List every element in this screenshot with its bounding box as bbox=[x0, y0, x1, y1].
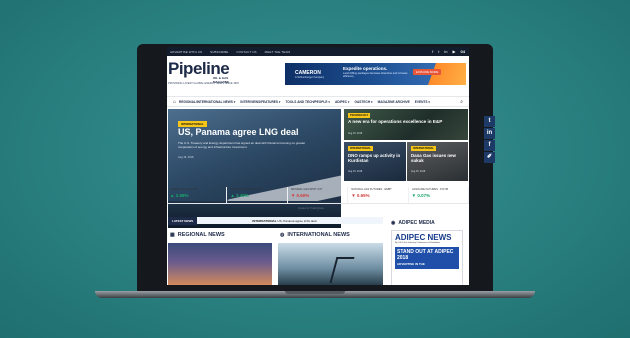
ad-headline: Expedite operations. Land drilling packag… bbox=[343, 66, 408, 78]
tile-date: Aug 15, 2018 bbox=[348, 170, 363, 173]
ticker-item[interactable]: NATURAL GAS SPOT 3.07 ▼ 0.60% bbox=[288, 187, 349, 203]
hero-article[interactable]: INTERNATIONAL US, Panama agree LNG deal … bbox=[168, 109, 341, 228]
grid-icon: ▦ bbox=[170, 232, 175, 238]
tile-badge[interactable]: TECHNOLOGY bbox=[348, 113, 371, 118]
quotes-credit[interactable]: Quotes by TradingView bbox=[298, 207, 324, 210]
tile-badge[interactable]: INTERNATIONAL bbox=[411, 146, 436, 151]
ticker-item[interactable]: NATURAL GAS FUTURES · EMBT ▼ 0.65% bbox=[348, 187, 409, 203]
top-bar: ADVERTISE WITH US SUBSCRIBE CONTACT US M… bbox=[167, 47, 469, 56]
nav-regional[interactable]: REGIONAL/INTERNATIONAL NEWS ▾ bbox=[179, 100, 235, 104]
nav-events[interactable]: EVENTS ▾ bbox=[415, 100, 430, 104]
adipec-heading: ADIPEC MEDIA bbox=[398, 220, 435, 226]
site-logo[interactable]: Pipeline OIL & GAS MAGAZINE PROVIDING LA… bbox=[168, 59, 239, 85]
contact-link[interactable]: CONTACT US bbox=[236, 50, 256, 54]
nav-tools[interactable]: TOOLS AND TECH/PEOPLE ▾ bbox=[286, 100, 330, 104]
latest-headline[interactable]: INTERNATIONAL US, Panama agree LNG deal bbox=[252, 219, 316, 223]
ad-explore-button[interactable]: EXPLORE MORE bbox=[413, 69, 442, 75]
international-news-image[interactable] bbox=[278, 243, 383, 285]
laptop-notch bbox=[285, 291, 345, 294]
twitter-icon[interactable]: t bbox=[438, 49, 439, 54]
banner-ad[interactable]: CAMERON A Schlumberger Company Expedite o… bbox=[285, 63, 466, 85]
adipec-standout: STAND OUT AT ADIPEC 2018 ADVERTISE IN THE bbox=[395, 247, 459, 269]
linkedin-share-icon[interactable]: in bbox=[484, 128, 495, 139]
nav-adipec[interactable]: ADIPEC ▾ bbox=[335, 100, 350, 104]
hero-date: Aug 15, 2018 bbox=[178, 156, 194, 159]
market-ticker: CRUDE OIL WTI 67.08 ▲ 2.68% CRUDE OIL BR… bbox=[167, 187, 469, 204]
advertise-link[interactable]: ADVERTISE WITH US bbox=[170, 50, 202, 54]
nav-interviews[interactable]: INTERVIEWS/FEATURES ▾ bbox=[240, 100, 280, 104]
adipec-media-panel: ◉ ADIPEC MEDIA ADIPEC NEWS By Oil & Gas I… bbox=[391, 220, 467, 285]
main-nav: ⌂ REGIONAL/INTERNATIONAL NEWS ▾ INTERVIE… bbox=[167, 96, 469, 107]
facebook-share-icon[interactable]: f bbox=[484, 140, 495, 151]
regional-news-image[interactable] bbox=[168, 243, 272, 285]
ticker-item[interactable]: CRUDE OIL BRENT 73.99 ▲ 2.49% bbox=[227, 187, 288, 203]
adipec-icon: ◉ bbox=[391, 220, 396, 226]
hero-excerpt: The U.S. Treasury and Energy department … bbox=[178, 141, 306, 149]
print-share-icon[interactable]: ✐ bbox=[484, 152, 495, 163]
tile-title[interactable]: A new era for operations excellence in E… bbox=[348, 119, 463, 124]
latest-news-label: LATEST NEWS bbox=[168, 216, 198, 225]
search-icon[interactable]: ⌕ bbox=[460, 99, 463, 105]
facebook-icon[interactable]: f bbox=[432, 49, 433, 54]
browser-screen: ADVERTISE WITH US SUBSCRIBE CONTACT US M… bbox=[167, 47, 469, 285]
tile-date: Aug 15, 2018 bbox=[348, 132, 363, 135]
logo-tagline: PROVIDING LATEST GLOBAL ENERGY NEWS SINC… bbox=[168, 82, 240, 85]
ticker-item[interactable]: CRUDE OIL WTI 67.08 ▲ 2.68% bbox=[167, 187, 228, 203]
tile-title[interactable]: Dana Gas issues new sukuk bbox=[411, 153, 466, 163]
tile-date: Aug 15, 2018 bbox=[411, 170, 426, 173]
logo-name: Pipeline bbox=[168, 59, 230, 78]
team-link[interactable]: MEET THE TEAM bbox=[265, 50, 290, 54]
youtube-icon[interactable]: ▶ bbox=[452, 49, 455, 54]
nav-archive[interactable]: MAGAZINE ARCHIVE bbox=[378, 100, 410, 104]
linkedin-icon[interactable]: in bbox=[444, 49, 447, 54]
adipec-paper-title: ADIPEC NEWS bbox=[395, 233, 452, 242]
latest-news-bar: LATEST NEWS INTERNATIONAL US, Panama agr… bbox=[168, 216, 383, 225]
pumpjack-shape bbox=[329, 257, 355, 283]
featured-tile-1[interactable]: TECHNOLOGY A new era for operations exce… bbox=[344, 109, 468, 140]
regional-news-heading[interactable]: ▦ REGIONAL NEWS bbox=[170, 232, 225, 238]
ticker-item[interactable]: GASOLINE FUTURES · 8 NYM ▼ 0.07% bbox=[409, 187, 469, 203]
featured-tile-3[interactable]: INTERNATIONAL Dana Gas issues new sukuk … bbox=[407, 142, 468, 181]
twitter-share-icon[interactable]: t bbox=[484, 116, 495, 127]
adipec-paper-sub: By Oil & Gas Industry Conference & Exhib… bbox=[395, 242, 440, 244]
nav-gastech[interactable]: GASTECH ▾ bbox=[355, 100, 373, 104]
subscribe-link[interactable]: SUBSCRIBE bbox=[210, 50, 228, 54]
featured-tile-2[interactable]: INTERNATIONAL DNO ramps up activity in K… bbox=[344, 142, 406, 181]
date: 04 bbox=[460, 49, 465, 54]
adipec-news-cover[interactable]: ADIPEC NEWS By Oil & Gas Industry Confer… bbox=[391, 230, 463, 285]
home-icon[interactable]: ⌂ bbox=[173, 99, 176, 105]
globe-icon: ◍ bbox=[280, 232, 285, 238]
hero-title[interactable]: US, Panama agree LNG deal bbox=[178, 127, 299, 137]
share-sidebar: t in f ✐ bbox=[484, 116, 495, 164]
tile-title[interactable]: DNO ramps up activity in Kurdistan bbox=[348, 153, 403, 163]
tile-badge[interactable]: INTERNATIONAL bbox=[348, 146, 373, 151]
international-news-heading[interactable]: ◍ INTERNATIONAL NEWS bbox=[280, 232, 350, 238]
ad-company: CAMERON A Schlumberger Company bbox=[295, 70, 325, 79]
